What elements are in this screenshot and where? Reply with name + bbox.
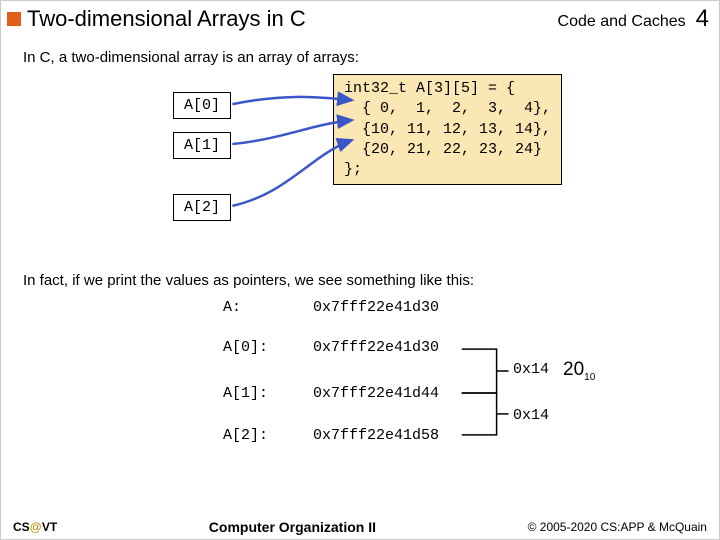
label-a0: A[0] — [173, 92, 231, 119]
ptr-a2-val: 0x7fff22e41d58 — [313, 427, 439, 444]
intro-text-2: In fact, if we print the values as point… — [23, 272, 697, 289]
diagram-arrows: A[0] A[1] A[2] int32_t A[3][5] = { { 0, … — [23, 74, 697, 254]
at-icon: @ — [30, 520, 42, 534]
slide-title: Two-dimensional Arrays in C — [27, 6, 306, 32]
ptr-a0-val: 0x7fff22e41d30 — [313, 339, 439, 356]
footer-right: © 2005-2020 CS:APP & McQuain — [528, 520, 707, 534]
slide-number: 4 — [696, 5, 709, 33]
ptr-a1-label: A[1]: — [223, 385, 268, 402]
label-a2: A[2] — [173, 194, 231, 221]
diff1-dec-wrap: 2010 — [563, 359, 595, 383]
intro-text-1: In C, a two-dimensional array is an arra… — [23, 49, 697, 66]
ptr-a-label: A: — [223, 299, 241, 316]
ptr-a1-val: 0x7fff22e41d44 — [313, 385, 439, 402]
ptr-a-val: 0x7fff22e41d30 — [313, 299, 439, 316]
slide-body: In C, a two-dimensional array is an arra… — [1, 39, 719, 459]
section-name: Code and Caches — [558, 13, 686, 31]
diff1-base: 10 — [584, 372, 595, 383]
diff1-hex: 0x14 — [513, 361, 549, 378]
footer-center: Computer Organization II — [209, 519, 376, 535]
ptr-a2-label: A[2]: — [223, 427, 268, 444]
bullet-icon — [7, 12, 21, 26]
ptr-a0-label: A[0]: — [223, 339, 268, 356]
diff2-hex: 0x14 — [513, 407, 549, 424]
slide-header: Two-dimensional Arrays in C Code and Cac… — [1, 1, 719, 39]
slide-footer: CS@VT Computer Organization II © 2005-20… — [1, 519, 719, 535]
footer-left-b: VT — [42, 520, 57, 534]
footer-left-a: CS — [13, 520, 30, 534]
diff1-dec: 20 — [563, 359, 584, 380]
footer-left: CS@VT — [13, 520, 57, 534]
code-block: int32_t A[3][5] = { { 0, 1, 2, 3, 4}, {1… — [333, 74, 562, 185]
pointer-diagram: A: 0x7fff22e41d30 A[0]: 0x7fff22e41d30 A… — [23, 299, 697, 459]
label-a1: A[1] — [173, 132, 231, 159]
